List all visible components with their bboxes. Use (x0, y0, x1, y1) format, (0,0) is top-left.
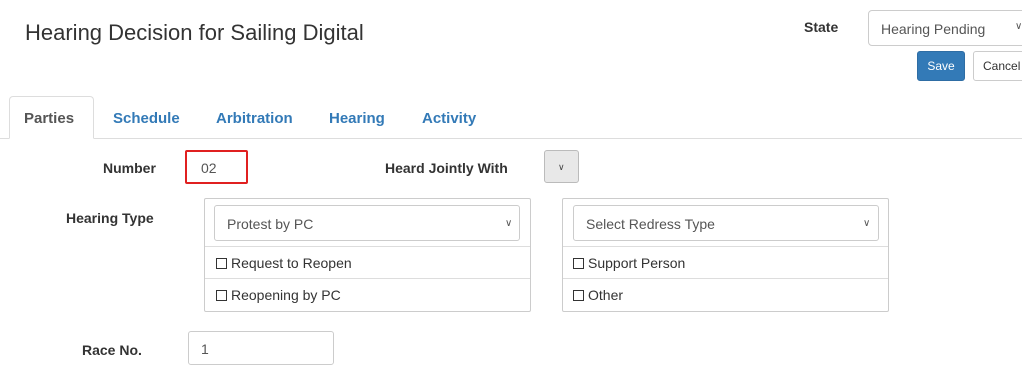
request-to-reopen-checkbox[interactable] (216, 258, 227, 269)
page-title: Hearing Decision for Sailing Digital (25, 20, 364, 45)
panel-divider (563, 246, 888, 247)
tab-hearing[interactable]: Hearing (329, 110, 385, 127)
race-no-input[interactable]: 1 (188, 331, 334, 365)
request-to-reopen-label: Request to Reopen (231, 255, 352, 271)
panel-divider (205, 278, 530, 279)
support-person-checkbox[interactable] (573, 258, 584, 269)
tab-parties-label[interactable]: Parties (24, 110, 74, 127)
heard-jointly-dropdown[interactable]: ∨ (544, 150, 579, 183)
state-label: State (804, 19, 839, 35)
race-no-label: Race No. (82, 342, 142, 358)
reopening-by-pc-label: Reopening by PC (231, 287, 341, 303)
redress-type-select[interactable]: Select Redress Type (573, 205, 879, 241)
tabs-divider (0, 138, 1022, 139)
chevron-down-icon: ∨ (863, 218, 871, 229)
other-checkbox[interactable] (573, 290, 584, 301)
number-label: Number (103, 160, 156, 176)
other-label: Other (588, 287, 624, 303)
cancel-button[interactable]: Cancel (973, 51, 1022, 81)
panel-divider (563, 278, 888, 279)
chevron-down-icon: ∨ (558, 162, 565, 172)
hearing-type-select[interactable]: Protest by PC (214, 205, 520, 241)
number-field[interactable]: 02 (185, 150, 248, 184)
save-button[interactable]: Save (917, 51, 965, 81)
tab-activity[interactable]: Activity (422, 110, 476, 127)
state-select[interactable]: Hearing Pending (868, 10, 1022, 46)
tab-arbitration[interactable]: Arbitration (216, 110, 293, 127)
hearing-type-label: Hearing Type (66, 210, 154, 226)
reopening-by-pc-checkbox[interactable] (216, 290, 227, 301)
heard-jointly-label: Heard Jointly With (385, 160, 508, 176)
support-person-label: Support Person (588, 255, 686, 271)
chevron-down-icon: ∨ (1015, 21, 1022, 32)
panel-divider (205, 246, 530, 247)
tab-schedule[interactable]: Schedule (113, 110, 180, 127)
chevron-down-icon: ∨ (505, 218, 513, 229)
